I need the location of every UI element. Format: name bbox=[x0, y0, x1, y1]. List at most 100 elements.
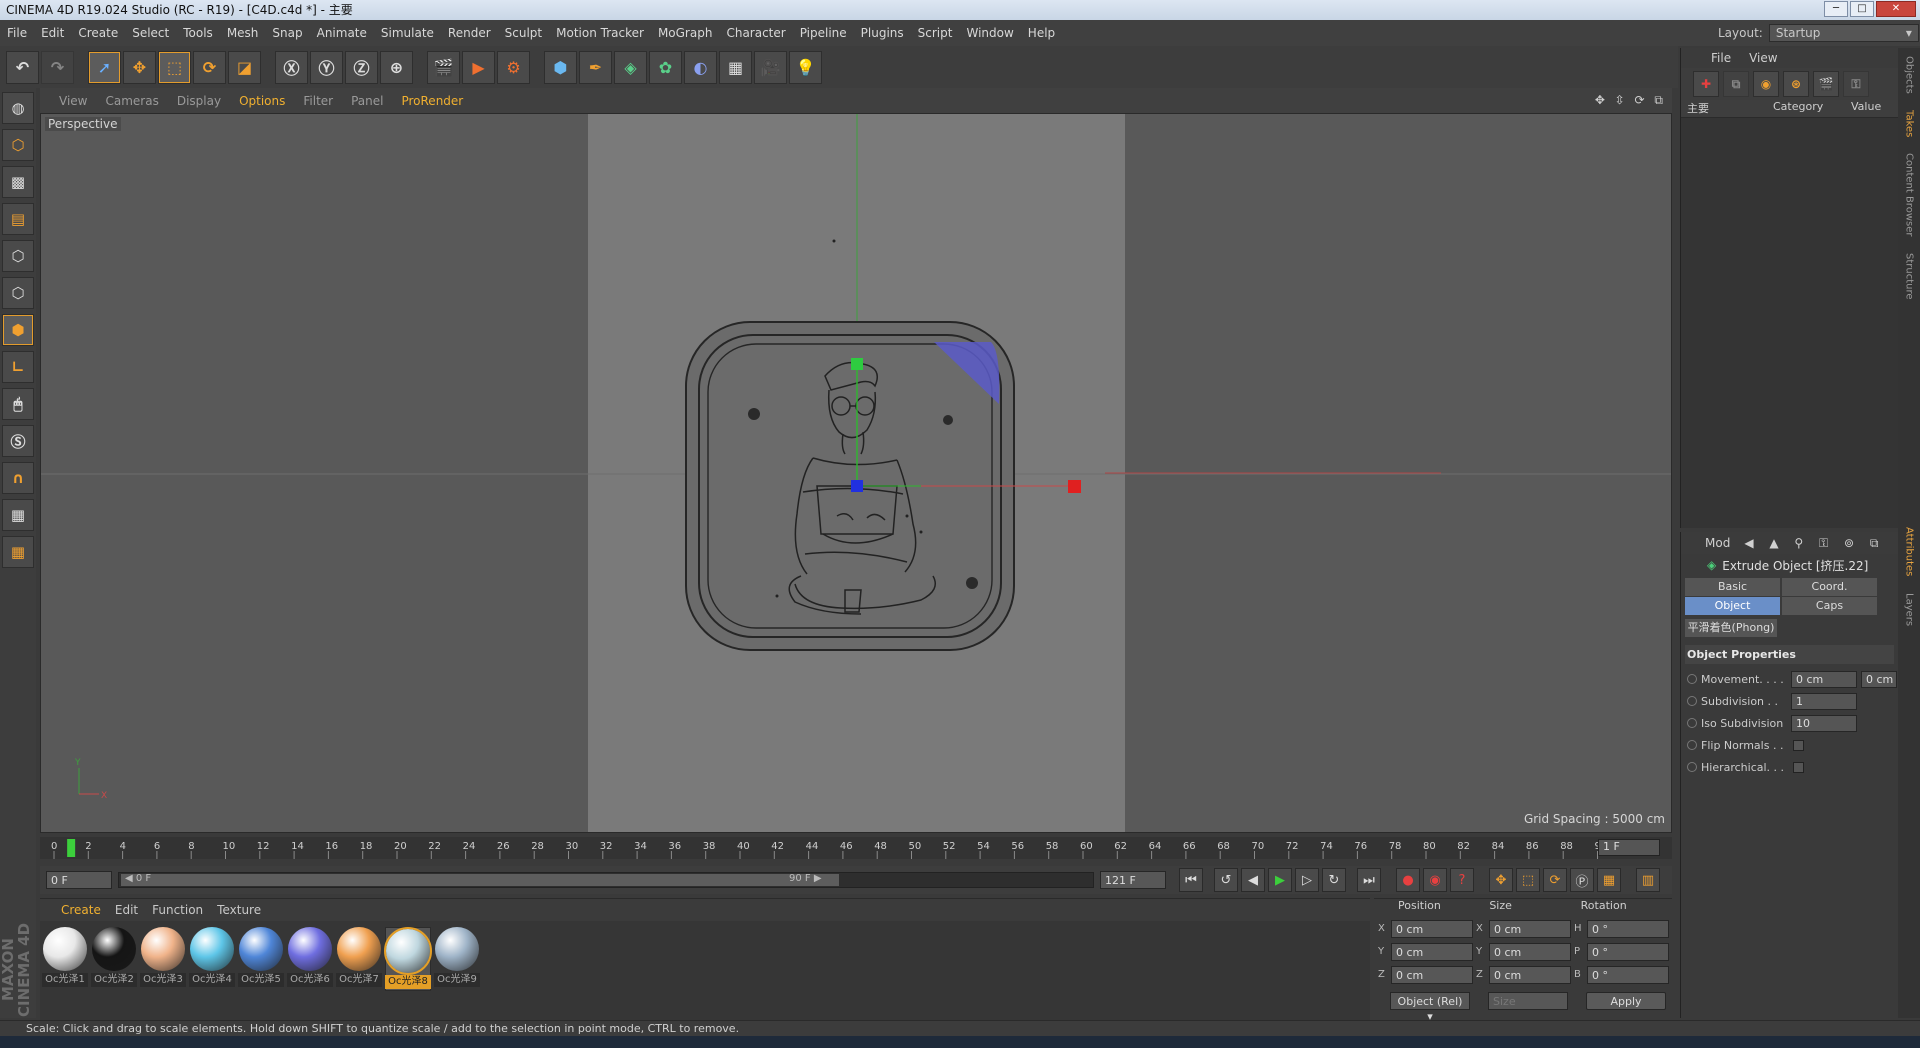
current-frame-field[interactable]: 0 F bbox=[46, 871, 112, 889]
menu-sculpt[interactable]: Sculpt bbox=[498, 26, 549, 40]
tab-caps[interactable]: Caps bbox=[1782, 597, 1877, 615]
pen-spline-button[interactable]: ✒ bbox=[579, 50, 612, 84]
timeline-layout-button[interactable]: ▥ bbox=[1636, 868, 1660, 892]
navigation-arrows-icon[interactable]: ◀ ▲ ⚲ ⚿ ⊚ ⧉ bbox=[1744, 536, 1884, 551]
axis-mode-button[interactable]: ∟ bbox=[2, 351, 34, 383]
take-root-label[interactable]: 主要 bbox=[1681, 100, 1767, 117]
previous-key-button[interactable]: ↺ bbox=[1214, 868, 1238, 892]
material-swatch[interactable]: Oc光泽6 bbox=[287, 927, 333, 991]
menu-render[interactable]: Render bbox=[441, 26, 498, 40]
coordinate-system-button[interactable]: ⊕ bbox=[380, 50, 413, 84]
menu-animate[interactable]: Animate bbox=[310, 26, 374, 40]
override-group-button[interactable]: ⊛ bbox=[1783, 71, 1809, 97]
position-z-field[interactable]: 0 cm bbox=[1391, 965, 1473, 984]
play-button[interactable]: ▶ bbox=[1268, 868, 1292, 892]
model-mode-button[interactable]: ⬡ bbox=[2, 129, 34, 161]
tab-basic[interactable]: Basic bbox=[1685, 578, 1780, 596]
timeline-ruler[interactable]: 0 2 4 6 8 10 12 14 16 18 20 22 24 26 28 30 32 34 36 38 40 42 4… bbox=[40, 837, 1672, 859]
texture-mode-button[interactable]: ▩ bbox=[2, 166, 34, 198]
deformer-button[interactable]: ◐ bbox=[684, 50, 717, 84]
material-swatch[interactable]: Oc光泽5 bbox=[238, 927, 284, 991]
autokey-button[interactable]: ◉ bbox=[1423, 868, 1447, 892]
viewport-menu-prorender[interactable]: ProRender bbox=[392, 94, 472, 108]
extrude-object[interactable] bbox=[685, 239, 1015, 651]
menu-pipeline[interactable]: Pipeline bbox=[793, 26, 854, 40]
rotate-tool-button[interactable]: ⟳ bbox=[193, 50, 226, 84]
points-mode-button[interactable]: ⬡ bbox=[2, 240, 34, 272]
material-menu-function[interactable]: Function bbox=[145, 903, 210, 917]
next-frame-button[interactable]: ▷ bbox=[1295, 868, 1319, 892]
material-swatch[interactable]: Oc光泽4 bbox=[189, 927, 235, 991]
y-axis-handle[interactable] bbox=[851, 358, 863, 370]
close-button[interactable]: ✕ bbox=[1876, 1, 1916, 17]
subdivision-button[interactable]: ◈ bbox=[614, 50, 647, 84]
undo-button[interactable]: ↶ bbox=[6, 50, 39, 84]
rotation-b-field[interactable]: 0 ° bbox=[1587, 965, 1669, 984]
render-take-button[interactable]: 🎬 bbox=[1813, 71, 1839, 97]
tab-phong[interactable]: 平滑着色(Phong) bbox=[1685, 619, 1777, 637]
render-picture-viewer-button[interactable]: ▶ bbox=[462, 50, 495, 84]
animate-radio[interactable] bbox=[1687, 718, 1697, 728]
minimize-button[interactable]: ─ bbox=[1824, 1, 1848, 17]
tab-coord[interactable]: Coord. bbox=[1782, 578, 1877, 596]
size-z-field[interactable]: 0 cm bbox=[1489, 965, 1571, 984]
lock-take-button[interactable]: ⚿ bbox=[1843, 71, 1869, 97]
flip-normals-checkbox[interactable] bbox=[1793, 739, 1804, 751]
take-add-button[interactable]: ✚ bbox=[1693, 71, 1719, 97]
render-view-button[interactable]: 🎬 bbox=[427, 50, 460, 84]
workplane-button[interactable]: ▤ bbox=[2, 203, 34, 235]
side-tab-takes[interactable]: Takes bbox=[1904, 110, 1915, 137]
menu-motion-tracker[interactable]: Motion Tracker bbox=[549, 26, 651, 40]
menu-mograph[interactable]: MoGraph bbox=[651, 26, 720, 40]
position-y-field[interactable]: 0 cm bbox=[1391, 942, 1473, 961]
apply-button[interactable]: Apply bbox=[1586, 992, 1666, 1010]
animate-radio[interactable] bbox=[1687, 762, 1697, 772]
light-button[interactable]: 💡 bbox=[789, 50, 822, 84]
override-button[interactable]: ◉ bbox=[1753, 71, 1779, 97]
viewport-perspective[interactable]: Y X Perspective Grid Spacing : 5000 cm bbox=[40, 113, 1672, 833]
side-tab-content-browser[interactable]: Content Browser bbox=[1904, 153, 1915, 236]
z-axis-lock-button[interactable]: Ⓩ bbox=[345, 50, 378, 84]
menu-file[interactable]: File bbox=[0, 26, 34, 40]
tweak-mode-button[interactable]: 🖱 bbox=[2, 388, 34, 420]
z-axis-handle[interactable] bbox=[851, 480, 863, 492]
menu-script[interactable]: Script bbox=[911, 26, 960, 40]
next-key-button[interactable]: ↻ bbox=[1322, 868, 1346, 892]
animate-radio[interactable] bbox=[1687, 740, 1697, 750]
edges-mode-button[interactable]: ⬡ bbox=[2, 277, 34, 309]
material-swatch[interactable]: Oc光泽3 bbox=[140, 927, 186, 991]
viewport-menu-cameras[interactable]: Cameras bbox=[96, 94, 167, 108]
planar-workplane-button[interactable]: ▦ bbox=[2, 536, 34, 568]
key-position-button[interactable]: ✥ bbox=[1489, 868, 1513, 892]
key-pla-button[interactable]: ▦ bbox=[1597, 868, 1621, 892]
tab-object[interactable]: Object bbox=[1685, 597, 1780, 615]
movement-z-field[interactable]: 0 cm bbox=[1861, 670, 1897, 688]
side-tab-objects[interactable]: Objects bbox=[1904, 56, 1915, 94]
movement-field[interactable]: 0 cm bbox=[1791, 670, 1857, 688]
material-menu-edit[interactable]: Edit bbox=[108, 903, 145, 917]
menu-select[interactable]: Select bbox=[125, 26, 176, 40]
make-editable-button[interactable]: ◍ bbox=[2, 92, 34, 124]
x-axis-handle[interactable] bbox=[1068, 480, 1081, 493]
record-keys-button[interactable]: ● bbox=[1396, 868, 1420, 892]
go-to-start-button[interactable]: ⏮ bbox=[1179, 868, 1203, 892]
floor-button[interactable]: ▦ bbox=[719, 50, 752, 84]
object-menu-file[interactable]: File bbox=[1711, 51, 1731, 65]
render-settings-button[interactable]: ⚙ bbox=[497, 50, 530, 84]
viewport-menu-options[interactable]: Options bbox=[230, 94, 294, 108]
object-menu-view[interactable]: View bbox=[1749, 51, 1777, 65]
frame-range-slider[interactable]: ◀ 0 F 90 F ▶ bbox=[118, 872, 1094, 888]
side-tab-attributes[interactable]: Attributes bbox=[1904, 527, 1915, 576]
side-tab-structure[interactable]: Structure bbox=[1904, 253, 1915, 300]
layout-dropdown[interactable]: Startup ▾ bbox=[1768, 24, 1919, 42]
timeline-end-frame[interactable]: 1 F bbox=[1598, 839, 1660, 856]
scene-canvas[interactable]: Y X bbox=[41, 114, 1672, 833]
material-swatch[interactable]: Oc光泽1 bbox=[42, 927, 88, 991]
attribute-mode-menu[interactable]: Mod bbox=[1705, 536, 1730, 550]
viewport-navigation-icons[interactable]: ✥ ⇳ ⟳ ⧉ bbox=[1595, 93, 1666, 108]
y-axis-lock-button[interactable]: Ⓨ bbox=[310, 50, 343, 84]
iso-subdivision-field[interactable]: 10 bbox=[1791, 714, 1857, 732]
camera-button[interactable]: 🎥 bbox=[754, 50, 787, 84]
cloner-button[interactable]: ✿ bbox=[649, 50, 682, 84]
rotation-p-field[interactable]: 0 ° bbox=[1587, 942, 1669, 961]
